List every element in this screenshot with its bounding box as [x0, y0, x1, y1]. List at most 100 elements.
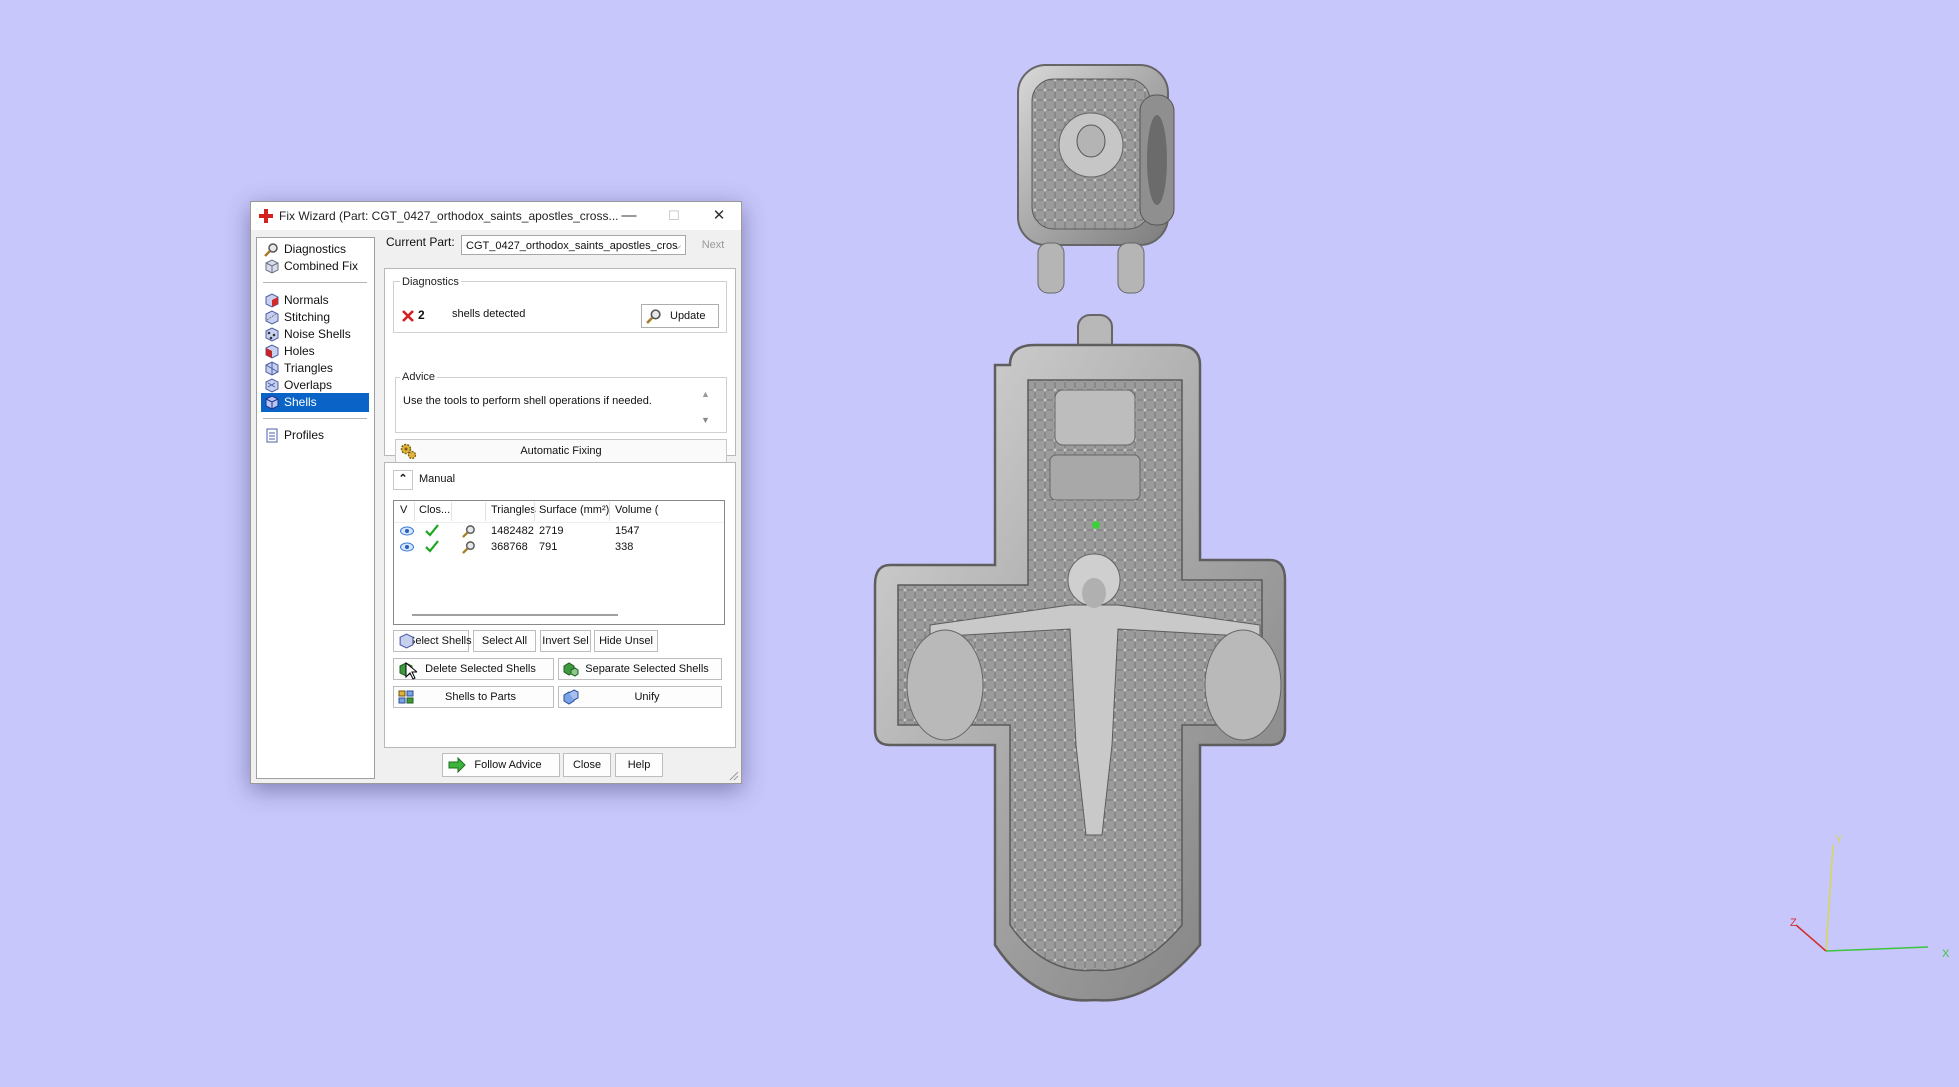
nav-item-combined-fix[interactable]: Combined Fix	[261, 257, 369, 276]
magnifier-icon	[264, 243, 278, 257]
column-header-triangles[interactable]: Triangles	[491, 504, 536, 516]
shells-to-parts-label: Shells to Parts	[445, 691, 516, 703]
axis-label-x: X	[1942, 948, 1950, 960]
cell-triangles: 1482482	[491, 525, 534, 537]
axis-label-z: Z	[1790, 917, 1797, 929]
fix-wizard-window: Fix Wizard (Part: CGT_0427_orthodox_sain…	[250, 201, 742, 784]
diagnostics-count: 2	[418, 308, 425, 322]
next-button[interactable]: Next	[693, 235, 733, 255]
current-part-select[interactable]: CGT_0427_orthodox_saints_apostles_cros ⌵	[461, 235, 686, 255]
cell-triangles: 368768	[491, 541, 528, 553]
cross-pendant-model[interactable]	[870, 45, 1290, 1005]
update-button[interactable]: Update	[641, 304, 719, 328]
separate-shell-icon	[563, 662, 579, 677]
follow-advice-button[interactable]: Follow Advice	[442, 753, 560, 777]
magnifier-icon	[646, 309, 661, 324]
overlaps-cube-icon	[265, 378, 279, 393]
shells-table[interactable]: V Clos... Triangles Surface (mm²) Volume…	[393, 500, 725, 625]
gears-icon	[400, 443, 417, 460]
cell-surface: 2719	[539, 525, 564, 537]
column-header-volume[interactable]: Volume (	[615, 504, 658, 516]
eye-icon[interactable]	[400, 542, 414, 552]
horizontal-scrollbar[interactable]	[412, 614, 618, 616]
column-divider	[485, 502, 486, 521]
scroll-down-icon[interactable]: ▼	[701, 415, 710, 425]
unify-label: Unify	[634, 691, 660, 703]
shells-cube-icon	[265, 395, 279, 410]
manual-title: Manual	[419, 473, 456, 485]
diagnostics-message: shells detected	[452, 308, 526, 320]
invert-selection-button[interactable]: Invert Sel	[540, 630, 591, 652]
window-title: Fix Wizard (Part: CGT_0427_orthodox_sain…	[279, 209, 619, 223]
column-header-closed[interactable]: Clos...	[419, 504, 450, 516]
chevron-down-icon: ⌵	[674, 241, 681, 251]
mouse-cursor-icon	[405, 662, 417, 680]
collapse-icon[interactable]: ⌃	[393, 470, 413, 490]
axis-gizmo: Y X Z	[1790, 834, 1950, 960]
advice-title: Advice	[400, 371, 438, 383]
triangles-cube-icon	[265, 361, 279, 376]
axis-label-y: Y	[1835, 834, 1843, 846]
diagnostics-title: Diagnostics	[400, 276, 461, 288]
delete-selected-label: Delete Selected Shells	[425, 663, 536, 675]
column-divider	[609, 502, 610, 521]
cell-volume: 338	[615, 541, 634, 553]
resize-grip-icon[interactable]	[729, 771, 739, 781]
holes-cube-icon	[265, 344, 279, 359]
manual-panel: ⌃ Manual V Clos... Triangles Surface (mm…	[384, 462, 736, 748]
checkmark-icon	[425, 540, 439, 553]
shells-to-parts-icon	[398, 690, 414, 704]
current-part-label: Current Part:	[386, 235, 455, 249]
normals-cube-icon	[265, 293, 279, 308]
shells-to-parts-button[interactable]: Shells to Parts	[393, 686, 554, 708]
follow-advice-label: Follow Advice	[474, 759, 542, 771]
nav-label: Shells	[284, 395, 317, 409]
column-divider	[414, 502, 415, 521]
cube-icon	[265, 259, 279, 274]
select-all-button[interactable]: Select All	[473, 630, 536, 652]
magnifier-icon[interactable]	[462, 540, 476, 554]
cell-surface: 791	[539, 541, 558, 553]
nav-label: Profiles	[284, 428, 325, 442]
error-x-icon	[402, 310, 414, 322]
unify-icon	[563, 689, 579, 705]
scroll-up-icon[interactable]: ▲	[701, 389, 710, 399]
separate-selected-label: Separate Selected Shells	[585, 663, 709, 675]
stitching-cube-icon	[265, 310, 279, 325]
hide-unselected-button[interactable]: Hide Unsel	[594, 630, 658, 652]
minimize-button[interactable]: —	[607, 202, 651, 230]
help-button[interactable]: Help	[615, 753, 663, 777]
column-divider	[451, 502, 452, 521]
maximize-button[interactable]: ☐	[652, 202, 696, 230]
diagnostics-panel: Diagnostics 2 shells detected Update Adv…	[384, 268, 736, 463]
nav-divider	[263, 418, 367, 419]
nav-item-shells[interactable]: Shells	[261, 393, 369, 412]
select-shells-button[interactable]: Select Shells	[393, 630, 472, 652]
nav-divider	[263, 282, 367, 283]
title-bar[interactable]: Fix Wizard (Part: CGT_0427_orthodox_sain…	[251, 202, 741, 230]
magnifier-icon[interactable]	[462, 524, 476, 538]
nav-label: Combined Fix	[284, 259, 359, 273]
cross-shell[interactable]	[873, 314, 1287, 1002]
automatic-fixing-button[interactable]: Automatic Fixing	[395, 439, 727, 463]
document-icon	[266, 428, 278, 443]
bail-shell[interactable]	[1017, 64, 1175, 294]
close-window-button[interactable]: ✕	[697, 202, 741, 230]
unify-button[interactable]: Unify	[558, 686, 722, 708]
eye-icon[interactable]	[400, 526, 414, 536]
green-arrow-icon	[448, 757, 466, 773]
cell-volume: 1547	[615, 525, 640, 537]
close-button[interactable]: Close	[563, 753, 611, 777]
table-row[interactable]: 1482482 2719 1547	[394, 523, 724, 539]
table-row[interactable]: 368768 791 338	[394, 539, 724, 555]
separate-selected-shells-button[interactable]: Separate Selected Shells	[558, 658, 722, 680]
column-header-surface[interactable]: Surface (mm²)	[539, 504, 609, 516]
nav-item-profiles[interactable]: Profiles	[261, 426, 369, 445]
delete-selected-shells-button[interactable]: Delete Selected Shells	[393, 658, 554, 680]
update-label: Update	[670, 310, 706, 322]
automatic-fixing-label: Automatic Fixing	[520, 445, 602, 457]
wizard-nav: Diagnostics Combined Fix Normals Stitchi…	[256, 237, 375, 779]
red-cross-icon	[259, 209, 273, 223]
column-header-visible[interactable]: V	[400, 504, 407, 516]
advice-text: Use the tools to perform shell operation…	[403, 395, 652, 407]
